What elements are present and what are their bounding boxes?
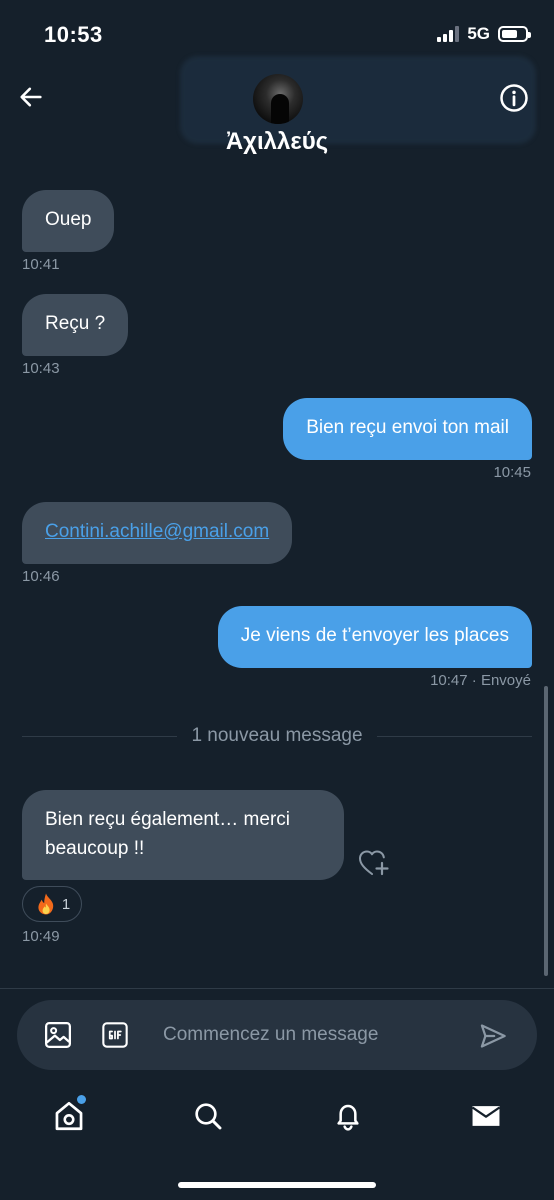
status-time: 10:53 bbox=[44, 22, 103, 47]
add-reaction-button[interactable] bbox=[358, 848, 390, 878]
message-timestamp: 10:43 bbox=[22, 360, 60, 377]
contact-avatar[interactable] bbox=[253, 74, 303, 124]
gif-icon bbox=[102, 1022, 128, 1048]
status-indicators: 5G bbox=[437, 24, 531, 44]
message-bubble-sent[interactable]: Je viens de t’envoyer les places bbox=[217, 606, 532, 668]
message-composer bbox=[17, 1000, 537, 1070]
composer-separator bbox=[0, 988, 554, 989]
envelope-icon bbox=[471, 1106, 501, 1126]
add-image-button[interactable] bbox=[43, 1020, 73, 1050]
new-message-divider: 1 nouveau message bbox=[0, 725, 554, 747]
message-input[interactable] bbox=[163, 1018, 463, 1052]
message-timestamp: 10:47 bbox=[430, 672, 468, 689]
message-bubble-received[interactable]: Ouep bbox=[22, 190, 115, 252]
reaction-pill[interactable]: 1 bbox=[22, 886, 82, 922]
email-link[interactable]: Contini.achille@gmail.com bbox=[45, 521, 269, 542]
message-bubble-received: Contini.achille@gmail.com bbox=[22, 502, 293, 564]
new-message-divider-label: 1 nouveau message bbox=[177, 725, 377, 746]
message-bubble-received[interactable]: Bien reçu également… merci beaucoup !! bbox=[22, 790, 344, 880]
contact-name[interactable]: Ἀχιλλεύς bbox=[0, 128, 554, 156]
home-icon bbox=[55, 1101, 83, 1131]
heart-plus-icon bbox=[359, 850, 389, 876]
message-timestamp-status: 10:47 · Envoyé bbox=[430, 672, 531, 689]
nav-search[interactable] bbox=[190, 1098, 226, 1134]
notification-dot bbox=[77, 1095, 86, 1104]
network-type: 5G bbox=[467, 24, 490, 43]
home-indicator[interactable] bbox=[178, 1182, 376, 1188]
send-icon bbox=[480, 1024, 506, 1048]
message-bubble-sent[interactable]: Bien reçu envoi ton mail bbox=[283, 398, 532, 460]
send-button[interactable] bbox=[479, 1022, 507, 1050]
message-timestamp: 10:41 bbox=[22, 256, 60, 273]
info-icon bbox=[500, 84, 528, 112]
arrow-left-icon bbox=[20, 87, 42, 107]
dm-conversation-screen: 10:53 5G Ἀχιλλεύς Ouep 10:41 Reçu ? 10:4… bbox=[0, 0, 554, 1200]
search-icon bbox=[195, 1103, 222, 1130]
battery-icon bbox=[498, 26, 531, 42]
conversation-info-button[interactable] bbox=[498, 82, 530, 114]
signal-icon bbox=[437, 26, 460, 42]
back-button[interactable] bbox=[14, 80, 48, 114]
add-gif-button[interactable] bbox=[101, 1021, 129, 1049]
scrollbar[interactable] bbox=[544, 686, 548, 976]
message-timestamp: 10:46 bbox=[22, 568, 60, 585]
delivery-status: · Envoyé bbox=[467, 672, 531, 689]
message-bubble-received[interactable]: Reçu ? bbox=[22, 294, 129, 356]
fire-emoji-icon bbox=[38, 893, 54, 915]
nav-notifications[interactable] bbox=[330, 1098, 366, 1134]
bell-icon bbox=[337, 1104, 359, 1131]
reaction-count: 1 bbox=[61, 895, 71, 913]
message-timestamp: 10:45 bbox=[493, 464, 531, 481]
image-icon bbox=[45, 1022, 71, 1048]
message-timestamp: 10:49 bbox=[22, 928, 60, 945]
nav-messages[interactable] bbox=[468, 1098, 504, 1134]
